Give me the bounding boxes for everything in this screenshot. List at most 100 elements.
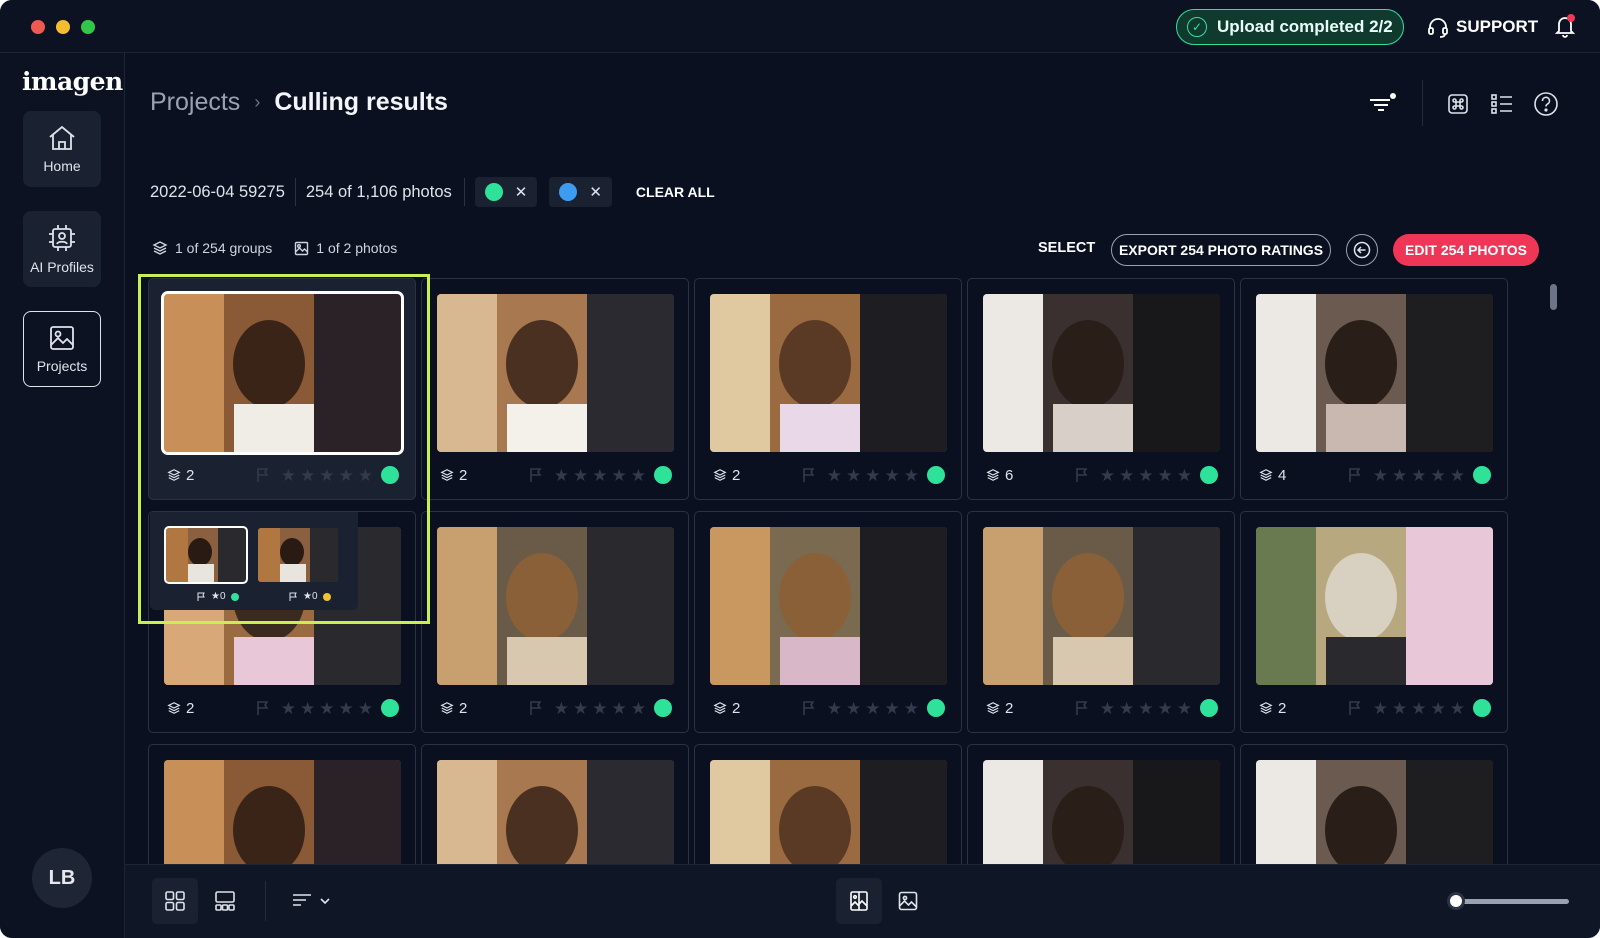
star-icon[interactable]: ★	[846, 700, 861, 717]
star-icon[interactable]: ★	[612, 467, 627, 484]
flag-icon[interactable]	[801, 700, 817, 716]
star-rating[interactable]: ★ ★ ★ ★ ★	[281, 467, 373, 484]
color-label-dot[interactable]	[381, 699, 399, 717]
filter-button[interactable]	[1366, 88, 1398, 120]
photo-group-card[interactable]: 2 ★ ★ ★ ★ ★	[421, 278, 689, 500]
photo-thumbnail[interactable]	[1256, 527, 1493, 685]
photo-thumbnail[interactable]	[1256, 760, 1493, 864]
keyboard-shortcuts-button[interactable]	[1442, 88, 1474, 120]
stack-count[interactable]: 2	[713, 700, 740, 717]
photo-group-card[interactable]: 6 ★ ★ ★ ★ ★	[967, 278, 1235, 500]
stack-count[interactable]: 2	[440, 467, 467, 484]
star-icon[interactable]: ★	[358, 467, 373, 484]
photo-thumbnail[interactable]	[710, 527, 947, 685]
photo-thumbnail[interactable]	[983, 760, 1220, 864]
flag-icon[interactable]	[1347, 700, 1363, 716]
star-rating[interactable]: ★ ★ ★ ★ ★	[554, 467, 646, 484]
photo-thumbnail[interactable]	[437, 760, 674, 864]
photo-thumbnail[interactable]	[983, 527, 1220, 685]
breadcrumb-projects-link[interactable]: Projects	[150, 88, 240, 117]
sort-dropdown[interactable]	[283, 878, 339, 924]
stack-count[interactable]: 4	[1259, 467, 1286, 484]
sidebar-item-home[interactable]: Home	[23, 111, 101, 187]
star-rating[interactable]: ★ ★ ★ ★ ★	[1373, 467, 1465, 484]
star-icon[interactable]: ★	[592, 467, 607, 484]
star-icon[interactable]: ★	[300, 700, 315, 717]
star-icon[interactable]: ★	[1431, 467, 1446, 484]
grid-view-button[interactable]	[152, 878, 198, 924]
select-button[interactable]: SELECT	[1038, 240, 1095, 256]
stack-count[interactable]: 2	[167, 700, 194, 717]
star-icon[interactable]: ★	[1431, 700, 1446, 717]
zoom-slider-handle[interactable]	[1447, 892, 1465, 910]
photo-thumbnail[interactable]	[1256, 294, 1493, 452]
star-icon[interactable]: ★	[1373, 700, 1388, 717]
color-label-dot[interactable]	[1473, 466, 1491, 484]
star-icon[interactable]: ★	[846, 467, 861, 484]
stack-count[interactable]: 2	[713, 467, 740, 484]
filmstrip-view-button[interactable]	[202, 878, 248, 924]
star-icon[interactable]: ★	[1411, 467, 1426, 484]
color-filter-chip-green[interactable]: ✕	[474, 177, 538, 207]
star-icon[interactable]: ★	[885, 700, 900, 717]
star-icon[interactable]: ★	[865, 467, 880, 484]
star-icon[interactable]: ★	[1158, 467, 1173, 484]
color-label-dot[interactable]	[1200, 466, 1218, 484]
export-ratings-button[interactable]: EXPORT 254 PHOTO RATINGS	[1111, 234, 1331, 266]
photo-thumbnail[interactable]	[437, 294, 674, 452]
star-icon[interactable]: ★	[1373, 467, 1388, 484]
color-label-dot[interactable]	[654, 699, 672, 717]
sidebar-item-projects[interactable]: Projects	[23, 311, 101, 387]
flag-icon[interactable]	[528, 700, 544, 716]
photo-thumbnail[interactable]	[437, 527, 674, 685]
star-icon[interactable]: ★	[827, 700, 842, 717]
grid-scrollbar[interactable]	[1550, 284, 1557, 310]
color-filter-chip-blue[interactable]: ✕	[549, 177, 612, 207]
photo-thumbnail[interactable]	[161, 291, 404, 455]
flag-icon[interactable]	[801, 467, 817, 483]
group-photo-thumbnail[interactable]	[164, 526, 248, 584]
star-icon[interactable]: ★	[339, 700, 354, 717]
flag-icon[interactable]	[255, 700, 271, 716]
star-icon[interactable]: ★	[827, 467, 842, 484]
star-rating[interactable]: ★ ★ ★ ★ ★	[1100, 700, 1192, 717]
star-icon[interactable]: ★	[631, 467, 646, 484]
back-arrow-button[interactable]	[1346, 234, 1378, 266]
star-icon[interactable]: ★	[339, 467, 354, 484]
star-icon[interactable]: ★	[1177, 700, 1192, 717]
star-icon[interactable]: ★	[1450, 467, 1465, 484]
star-rating[interactable]: ★ ★ ★ ★ ★	[827, 467, 919, 484]
star-rating[interactable]: ★ ★ ★ ★ ★	[827, 700, 919, 717]
close-window-button[interactable]	[31, 20, 45, 34]
star-icon[interactable]: ★	[358, 700, 373, 717]
photo-thumbnail[interactable]	[710, 760, 947, 864]
photo-thumbnail[interactable]	[710, 294, 947, 452]
minimize-window-button[interactable]	[56, 20, 70, 34]
photo-group-card[interactable]: 4 ★ ★ ★ ★ ★	[1240, 278, 1508, 500]
star-icon[interactable]: ★	[554, 700, 569, 717]
star-icon[interactable]: ★	[1177, 467, 1192, 484]
remove-filter-icon[interactable]: ✕	[515, 183, 528, 201]
stack-count[interactable]: 2	[440, 700, 467, 717]
star-icon[interactable]: ★	[1100, 700, 1115, 717]
photo-group-card[interactable]: 2 ★ ★ ★ ★ ★	[421, 511, 689, 733]
flag-icon[interactable]	[1074, 700, 1090, 716]
star-icon[interactable]: ★	[592, 700, 607, 717]
color-label-dot[interactable]	[927, 699, 945, 717]
star-icon[interactable]: ★	[1411, 700, 1426, 717]
color-label-dot[interactable]	[927, 466, 945, 484]
notifications-button[interactable]	[1553, 13, 1577, 39]
photo-group-card[interactable]	[967, 744, 1235, 864]
stack-count[interactable]: 2	[1259, 700, 1286, 717]
star-icon[interactable]: ★	[1119, 467, 1134, 484]
upload-status-badge[interactable]: ✓ Upload completed 2/2	[1176, 9, 1404, 45]
clear-all-button[interactable]: CLEAR ALL	[636, 184, 715, 200]
color-label-dot[interactable]	[1473, 699, 1491, 717]
compare-view-button[interactable]	[836, 878, 882, 924]
edit-photos-button[interactable]: EDIT 254 PHOTOS	[1393, 234, 1539, 266]
photo-group-card[interactable]: 2 ★ ★ ★ ★ ★	[694, 511, 962, 733]
remove-filter-icon[interactable]: ✕	[589, 183, 602, 201]
color-label-dot[interactable]	[1200, 699, 1218, 717]
flag-icon[interactable]	[528, 467, 544, 483]
stack-count[interactable]: 2	[986, 700, 1013, 717]
